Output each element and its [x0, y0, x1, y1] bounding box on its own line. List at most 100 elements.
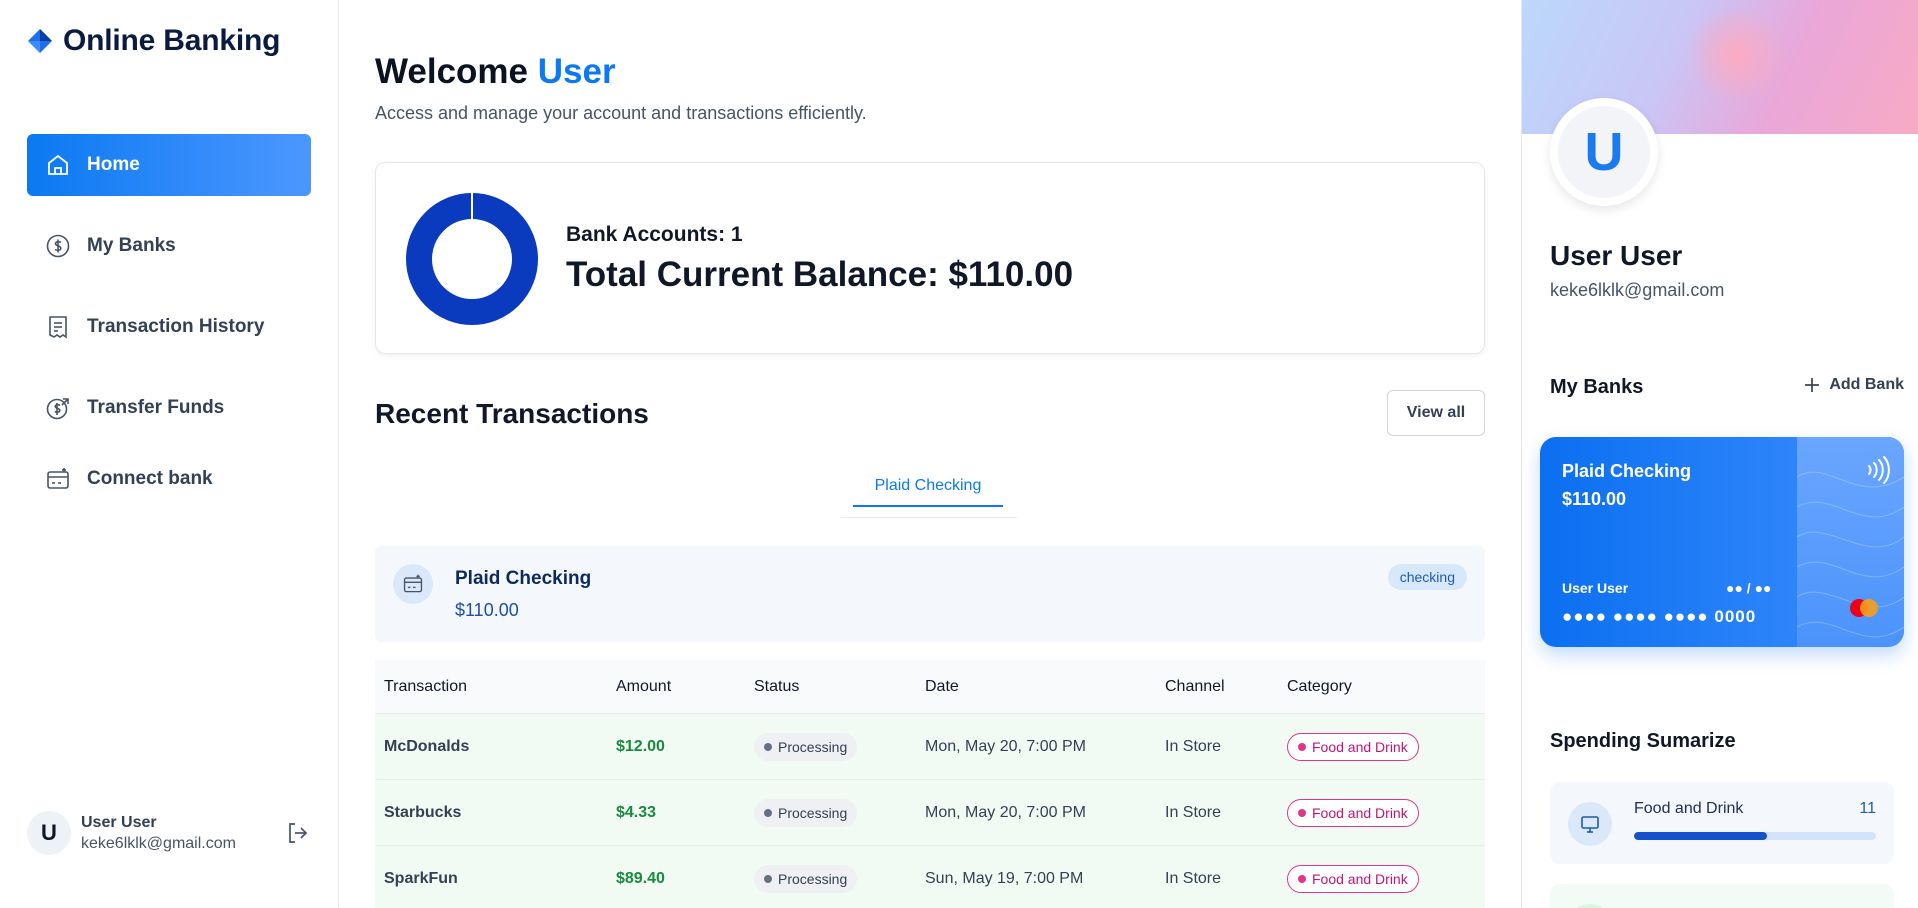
- sidebar-item-label: Connect bank: [87, 468, 213, 489]
- status-label: Processing: [778, 870, 848, 887]
- card-number: ●●●● ●●●● ●●●● 0000: [1562, 607, 1757, 626]
- tx-channel: In Store: [1165, 869, 1222, 887]
- tx-channel: In Store: [1165, 737, 1222, 755]
- tx-date: Sun, May 19, 7:00 PM: [925, 869, 1084, 887]
- card-expiry: ●● / ●●: [1726, 580, 1772, 596]
- add-bank-button[interactable]: Add Bank: [1803, 376, 1904, 394]
- profile-email: keke6lklk@gmail.com: [1550, 280, 1725, 300]
- card-holder: User User: [1562, 580, 1629, 596]
- sidebar-item-label: Transfer Funds: [87, 397, 225, 418]
- main-content: Welcome User Access and manage your acco…: [375, 0, 1485, 908]
- category-label: Food and Drink: [1312, 804, 1408, 821]
- spending-progress: [1634, 832, 1876, 840]
- welcome-user: User: [537, 52, 616, 91]
- column-header: Status: [754, 677, 800, 695]
- table-header: Transaction Amount Status Date Channel C…: [375, 660, 1485, 714]
- profile-panel: U User User keke6lklk@gmail.com My Banks…: [1521, 0, 1918, 908]
- status-dot: [764, 742, 772, 751]
- status-dot: [764, 808, 772, 817]
- page-title: Welcome User: [375, 52, 616, 92]
- status-badge: Processing: [754, 732, 858, 761]
- tx-category-cell: Food and Drink: [1287, 864, 1485, 893]
- status-label: Processing: [778, 804, 848, 821]
- sidebar-item-connect-bank[interactable]: Connect bank: [27, 448, 311, 510]
- sidebar-item-transfer-funds[interactable]: Transfer Funds: [27, 377, 311, 439]
- sidebar-item-label: Home: [87, 154, 140, 175]
- tab-plaid-checking[interactable]: Plaid Checking: [853, 466, 1003, 507]
- logo-icon: [28, 29, 52, 53]
- logo[interactable]: Online Banking: [27, 24, 280, 58]
- total-balance: Total Current Balance: $110.00: [566, 255, 1074, 294]
- column-header: Transaction: [384, 677, 467, 695]
- tx-status-cell: Processing: [754, 864, 925, 893]
- spending-category-card[interactable]: [1550, 884, 1894, 908]
- tx-amount: $4.33: [616, 803, 657, 821]
- tx-status-cell: Processing: [754, 798, 925, 827]
- spending-icon-wrap: [1568, 802, 1612, 846]
- tx-date: Mon, May 20, 7:00 PM: [925, 803, 1086, 821]
- welcome-prefix: Welcome: [375, 52, 529, 91]
- mastercard-icon: [1850, 599, 1878, 617]
- card-balance: $110.00: [1562, 489, 1627, 509]
- bank-tabs: Plaid Checking: [841, 466, 1017, 518]
- category-label: Food and Drink: [1312, 870, 1408, 887]
- sidebar-item-home[interactable]: Home: [27, 134, 311, 196]
- spending-count: 11: [1859, 800, 1876, 817]
- sidebar-item-transaction-history[interactable]: Transaction History: [27, 296, 311, 358]
- spending-title: Spending Sumarize: [1550, 730, 1736, 752]
- column-header: Category: [1287, 677, 1352, 695]
- app-title: Online Banking: [63, 24, 281, 57]
- card-plus-icon: [47, 468, 69, 489]
- category-dot: [1298, 874, 1306, 883]
- spending-icon-wrap: [1568, 904, 1612, 908]
- tx-name: SparkFun: [384, 869, 458, 887]
- tx-channel: In Store: [1165, 803, 1222, 821]
- tx-amount: $12.00: [616, 737, 665, 755]
- column-header: Amount: [616, 677, 672, 695]
- profile-avatar[interactable]: U: [1550, 98, 1658, 206]
- contactless-icon: [1868, 456, 1890, 484]
- avatar[interactable]: U: [27, 811, 71, 855]
- table-row[interactable]: SparkFun $89.40 Processing Sun, May 19, …: [375, 846, 1485, 908]
- donut-ring: [406, 193, 538, 325]
- user-email: keke6lklk@gmail.com: [81, 834, 236, 852]
- account-icon-wrap: [393, 564, 433, 604]
- category-dot: [1298, 808, 1306, 817]
- profile-name: User User: [1550, 240, 1683, 271]
- spending-category-card[interactable]: Food and Drink 11: [1550, 782, 1894, 864]
- sidebar-item-label: Transaction History: [87, 316, 265, 337]
- table-row[interactable]: McDonalds $12.00 Processing Mon, May 20,…: [375, 714, 1485, 780]
- bank-accounts-count: Bank Accounts: 1: [566, 223, 743, 246]
- plus-icon: [1805, 378, 1820, 392]
- card-bank-name: Plaid Checking: [1562, 461, 1692, 481]
- status-badge: Processing: [754, 864, 858, 893]
- home-icon: [48, 154, 68, 175]
- balance-donut-chart: [406, 193, 538, 325]
- tx-status-cell: Processing: [754, 732, 925, 761]
- user-name: User User: [81, 813, 157, 831]
- bank-card[interactable]: Plaid Checking $110.00 User User ●● / ●●…: [1540, 437, 1904, 647]
- category-badge: Food and Drink: [1287, 864, 1419, 893]
- category-label: Food and Drink: [1312, 738, 1408, 755]
- view-all-button[interactable]: View all: [1387, 390, 1485, 436]
- recent-transactions-title: Recent Transactions: [375, 398, 649, 429]
- tx-name: Starbucks: [384, 803, 462, 821]
- transactions-table: Transaction Amount Status Date Channel C…: [375, 660, 1485, 908]
- balance-summary: Bank Accounts: 1 Total Current Balance: …: [566, 223, 1073, 295]
- account-name: Plaid Checking: [455, 568, 592, 589]
- sidebar-user: U User User keke6lklk@gmail.com: [27, 811, 311, 855]
- status-dot: [764, 874, 772, 883]
- spending-progress-fill: [1634, 832, 1768, 840]
- user-info: User User keke6lklk@gmail.com: [81, 814, 285, 853]
- my-banks-title: My Banks: [1550, 376, 1644, 398]
- tx-date: Mon, May 20, 7:00 PM: [925, 737, 1086, 755]
- sidebar: Online Banking Home My Banks Transaction…: [0, 0, 339, 908]
- sidebar-item-my-banks[interactable]: My Banks: [27, 215, 311, 277]
- logout-icon[interactable]: [285, 820, 311, 846]
- table-row[interactable]: Starbucks $4.33 Processing Mon, May 20, …: [375, 780, 1485, 846]
- balance-card: Bank Accounts: 1 Total Current Balance: …: [375, 162, 1485, 354]
- account-summary-row: Plaid Checking $110.00 checking: [375, 546, 1485, 642]
- transfer-icon: [46, 398, 69, 420]
- account-balance: $110.00: [455, 600, 519, 620]
- page-subtitle: Access and manage your account and trans…: [375, 103, 867, 123]
